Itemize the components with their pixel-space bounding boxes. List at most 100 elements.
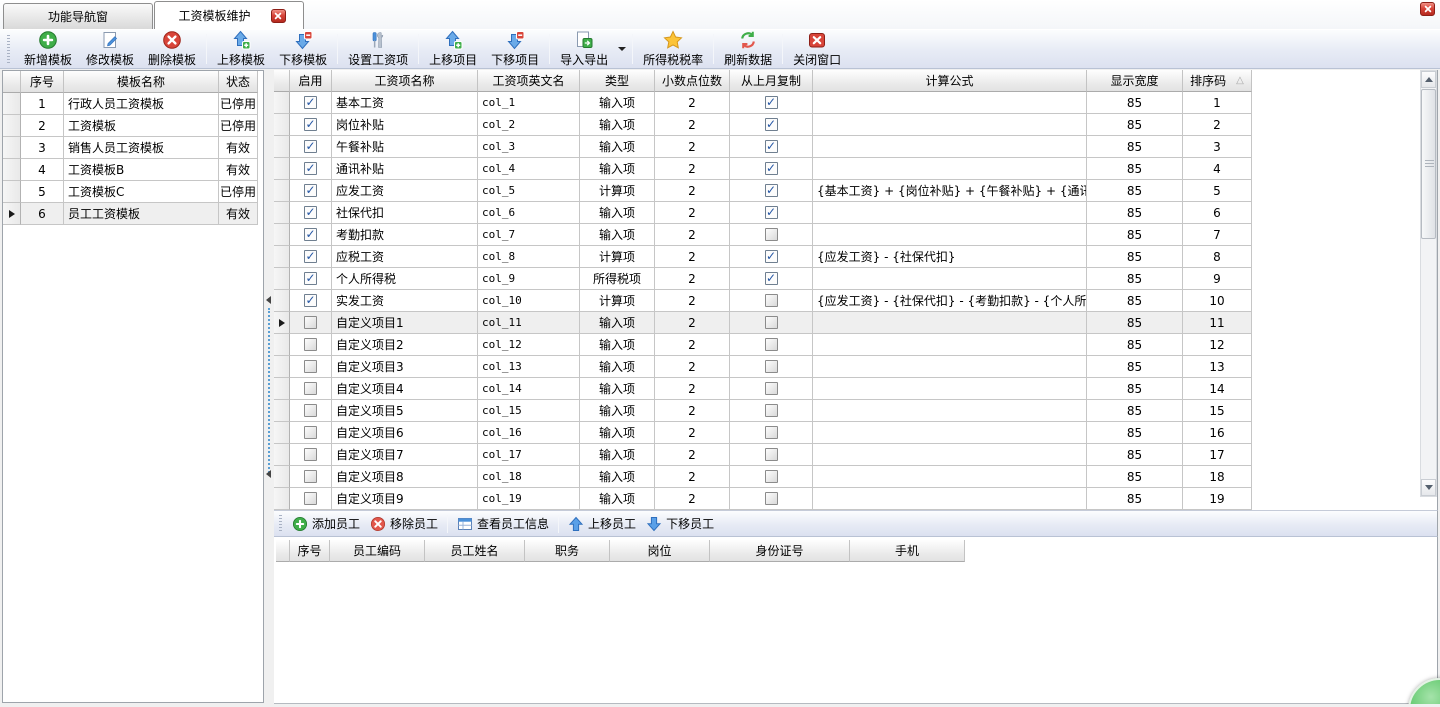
cell-copy-from-last-month[interactable]: [730, 466, 813, 488]
cell-formula[interactable]: [813, 268, 1087, 290]
template-row[interactable]: 1行政人员工资模板已停用: [3, 93, 258, 115]
cell-type[interactable]: 输入项: [580, 334, 655, 356]
cell-formula[interactable]: [813, 444, 1087, 466]
cell-formula[interactable]: [813, 312, 1087, 334]
row-header[interactable]: [274, 180, 290, 202]
cell-item-name[interactable]: 应税工资: [332, 246, 478, 268]
cell-status[interactable]: 有效: [219, 137, 258, 159]
cell-formula[interactable]: [813, 224, 1087, 246]
tab-salary-template-maintenance[interactable]: 工资模板维护: [154, 1, 304, 29]
cell-status[interactable]: 有效: [219, 203, 258, 225]
template-row[interactable]: 5工资模板C已停用: [3, 181, 258, 203]
salary-item-row[interactable]: 应税工资col_8计算项2{应发工资} - {社保代扣}858: [274, 246, 1252, 268]
salary-item-row[interactable]: 午餐补贴col_3输入项2853: [274, 136, 1252, 158]
cell-sort-code[interactable]: 9: [1183, 268, 1252, 290]
cell-display-width[interactable]: 85: [1087, 158, 1183, 180]
cell-formula[interactable]: [813, 158, 1087, 180]
cell-formula[interactable]: {应发工资} - {社保代扣} - {考勤扣款} - {个人所得: [813, 290, 1087, 312]
cell-sort-code[interactable]: 6: [1183, 202, 1252, 224]
cell-copy-from-last-month[interactable]: [730, 224, 813, 246]
salary-item-row[interactable]: 自定义项目5col_15输入项28515: [274, 400, 1252, 422]
view-employee-info-button[interactable]: 查看员工信息: [452, 513, 554, 535]
salary-item-row[interactable]: 自定义项目4col_14输入项28514: [274, 378, 1252, 400]
cell-display-width[interactable]: 85: [1087, 334, 1183, 356]
template-row[interactable]: 4工资模板B有效: [3, 159, 258, 181]
row-header[interactable]: [3, 115, 21, 137]
cell-sort-code[interactable]: 16: [1183, 422, 1252, 444]
cell-index[interactable]: 4: [21, 159, 64, 181]
cell-english-name[interactable]: col_1: [478, 92, 580, 114]
cell-english-name[interactable]: col_4: [478, 158, 580, 180]
row-header[interactable]: [274, 334, 290, 356]
cell-type[interactable]: 输入项: [580, 378, 655, 400]
cell-item-name[interactable]: 应发工资: [332, 180, 478, 202]
cell-display-width[interactable]: 85: [1087, 180, 1183, 202]
cell-display-width[interactable]: 85: [1087, 488, 1183, 510]
cell-index[interactable]: 2: [21, 115, 64, 137]
cell-type[interactable]: 输入项: [580, 488, 655, 510]
row-header[interactable]: [274, 378, 290, 400]
salary-item-row[interactable]: 实发工资col_10计算项2{应发工资} - {社保代扣} - {考勤扣款} -…: [274, 290, 1252, 312]
cell-copy-from-last-month[interactable]: [730, 290, 813, 312]
row-header[interactable]: [274, 422, 290, 444]
edit-template-button[interactable]: 修改模板: [79, 31, 141, 67]
checkbox-checked-icon[interactable]: [304, 206, 317, 219]
cell-display-width[interactable]: 85: [1087, 246, 1183, 268]
checkbox-checked-icon[interactable]: [765, 184, 778, 197]
cell-english-name[interactable]: col_14: [478, 378, 580, 400]
delete-template-button[interactable]: 删除模板: [141, 31, 203, 67]
cell-enabled[interactable]: [290, 290, 332, 312]
move-down-template-button[interactable]: 下移模板: [272, 31, 334, 67]
row-header[interactable]: [274, 114, 290, 136]
checkbox-unchecked-icon[interactable]: [304, 382, 317, 395]
col-header-item-name[interactable]: 工资项名称: [332, 70, 478, 92]
cell-display-width[interactable]: 85: [1087, 356, 1183, 378]
checkbox-unchecked-icon[interactable]: [765, 448, 778, 461]
salary-item-row[interactable]: 考勤扣款col_7输入项2857: [274, 224, 1252, 246]
cell-type[interactable]: 所得税项: [580, 268, 655, 290]
checkbox-unchecked-icon[interactable]: [765, 338, 778, 351]
row-header[interactable]: [3, 181, 21, 203]
cell-sort-code[interactable]: 10: [1183, 290, 1252, 312]
cell-decimals[interactable]: 2: [655, 290, 730, 312]
cell-item-name[interactable]: 社保代扣: [332, 202, 478, 224]
splitter-handle[interactable]: [268, 308, 270, 473]
refresh-data-button[interactable]: 刷新数据: [717, 31, 779, 67]
cell-item-name[interactable]: 通讯补贴: [332, 158, 478, 180]
cell-item-name[interactable]: 自定义项目3: [332, 356, 478, 378]
checkbox-unchecked-icon[interactable]: [765, 404, 778, 417]
cell-display-width[interactable]: 85: [1087, 444, 1183, 466]
checkbox-checked-icon[interactable]: [765, 118, 778, 131]
cell-sort-code[interactable]: 1: [1183, 92, 1252, 114]
row-header[interactable]: [274, 202, 290, 224]
cell-item-name[interactable]: 实发工资: [332, 290, 478, 312]
cell-copy-from-last-month[interactable]: [730, 422, 813, 444]
cell-item-name[interactable]: 自定义项目8: [332, 466, 478, 488]
salary-item-row[interactable]: 自定义项目6col_16输入项28516: [274, 422, 1252, 444]
cell-copy-from-last-month[interactable]: [730, 158, 813, 180]
cell-copy-from-last-month[interactable]: [730, 114, 813, 136]
cell-copy-from-last-month[interactable]: [730, 180, 813, 202]
cell-decimals[interactable]: 2: [655, 444, 730, 466]
cell-formula[interactable]: [813, 400, 1087, 422]
row-header[interactable]: [3, 137, 21, 159]
cell-display-width[interactable]: 85: [1087, 422, 1183, 444]
cell-item-name[interactable]: 岗位补贴: [332, 114, 478, 136]
cell-sort-code[interactable]: 11: [1183, 312, 1252, 334]
cell-type[interactable]: 计算项: [580, 180, 655, 202]
cell-decimals[interactable]: 2: [655, 268, 730, 290]
cell-enabled[interactable]: [290, 378, 332, 400]
cell-english-name[interactable]: col_3: [478, 136, 580, 158]
cell-item-name[interactable]: 午餐补贴: [332, 136, 478, 158]
cell-decimals[interactable]: 2: [655, 202, 730, 224]
cell-item-name[interactable]: 自定义项目1: [332, 312, 478, 334]
checkbox-unchecked-icon[interactable]: [765, 382, 778, 395]
checkbox-checked-icon[interactable]: [304, 228, 317, 241]
cell-item-name[interactable]: 个人所得税: [332, 268, 478, 290]
cell-template-name[interactable]: 行政人员工资模板: [64, 93, 219, 115]
cell-sort-code[interactable]: 19: [1183, 488, 1252, 510]
cell-formula[interactable]: [813, 422, 1087, 444]
row-header[interactable]: [274, 400, 290, 422]
move-up-item-button[interactable]: 上移项目: [422, 31, 484, 67]
cell-enabled[interactable]: [290, 246, 332, 268]
